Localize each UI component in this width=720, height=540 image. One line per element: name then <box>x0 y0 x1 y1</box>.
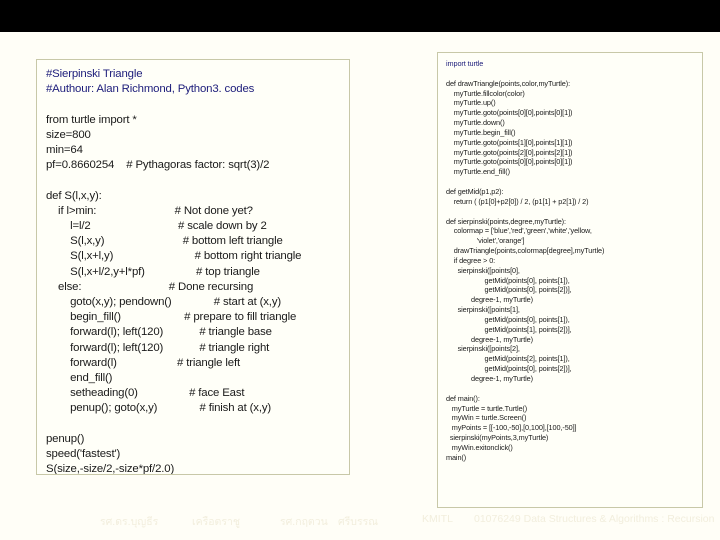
left-code-line: forward(l); left(120) # triangle right <box>46 341 270 354</box>
right-code-line <box>446 384 702 394</box>
right-code-line: myTurtle.goto(points[1][0],points[1][1]) <box>446 137 573 147</box>
right-code-line: colormap = ['blue','red','green','white'… <box>446 226 592 236</box>
right-code-line: def sierpinski(points,degree,myTurtle): <box>446 216 566 226</box>
left-code-line: begin_fill() # prepare to fill triangle <box>46 311 297 324</box>
left-code-line: forward(l); left(120) # triangle base <box>46 326 272 339</box>
footer-author-1: รศ.ดร.บุญธีร <box>100 516 159 528</box>
right-code-line: myWin.exitonclick() <box>446 442 513 452</box>
right-code-line: getMid(points[1], points[2])], <box>446 324 572 334</box>
right-code-line: def getMid(p1,p2): <box>446 186 504 196</box>
right-code-line: sierpinski([points[1], <box>446 305 520 315</box>
left-code-line: size=800 <box>46 128 91 141</box>
right-code-line: return ( (p1[0]+p2[0]) / 2, (p1[1] + p2[… <box>446 196 589 206</box>
footer-author-2: เครือตราชู <box>192 516 241 528</box>
right-code-line: getMid(points[0], points[2])], <box>446 285 572 295</box>
left-code-line: S(l,x,y) # bottom left triangle <box>46 235 283 248</box>
right-code-line: getMid(points[0], points[1]), <box>446 314 570 324</box>
right-code-line: myWin = turtle.Screen() <box>446 413 527 423</box>
footer-author-4: ศรีบรรณ <box>338 516 378 528</box>
right-code-line: getMid(points[0], points[1]), <box>446 275 570 285</box>
left-code-line <box>46 173 349 188</box>
slide-footer: รศ.ดร.บุญธีร เครือตราชู รศ.กฤตวน ศรีบรรณ… <box>0 513 720 533</box>
left-code-line: pf=0.8660254 # Pythagoras factor: sqrt(3… <box>46 159 270 172</box>
left-code-line: end_fill() <box>46 372 113 385</box>
right-code-line: myTurtle.goto(points[2][0],points[2][1]) <box>446 147 573 157</box>
right-code-line: myTurtle = turtle.Turtle() <box>446 403 528 413</box>
right-code-line <box>446 177 702 187</box>
footer-institution: KMITL <box>422 513 453 525</box>
left-code-line: penup(); goto(x,y) # finish at (x,y) <box>46 402 272 415</box>
right-code-line <box>446 69 702 79</box>
right-code-line: degree-1, myTurtle) <box>446 334 533 344</box>
top-black-bar <box>0 0 720 32</box>
right-code-line: def drawTriangle(points,color,myTurtle): <box>446 78 571 88</box>
right-code-line: myTurtle.goto(points[0][0],points[0][1]) <box>446 108 573 118</box>
left-code-line: from turtle import * <box>46 113 137 126</box>
right-code-line: getMid(points[2], points[1]), <box>446 354 570 364</box>
right-code-line: 'violet','orange'] <box>446 236 525 246</box>
right-code-line: myTurtle.up() <box>446 98 496 108</box>
right-code-line: myTurtle.begin_fill() <box>446 127 516 137</box>
right-code-line: myTurtle.goto(points[0][0],points[0][1]) <box>446 157 573 167</box>
left-code-line: l=l/2 # scale down by 2 <box>46 220 267 233</box>
left-code-line <box>46 97 349 112</box>
right-code-line: myTurtle.fillcolor(color) <box>446 88 525 98</box>
right-code-line: degree-1, myTurtle) <box>446 295 533 305</box>
left-code-line: if l>min: # Not done yet? <box>46 204 253 217</box>
left-code-line: else: # Done recursing <box>46 280 254 293</box>
left-code-line: S(l,x+l,y) # bottom right triangle <box>46 250 302 263</box>
left-code-line: #Authour: Alan Richmond, Python3. codes <box>46 83 255 96</box>
left-code-line: def S(l,x,y): <box>46 189 102 202</box>
right-code-line: sierpinski([points[0], <box>446 265 520 275</box>
left-code-line: S(l,x+l/2,y+l*pf) # top triangle <box>46 265 260 278</box>
right-code-line <box>446 207 702 217</box>
left-code-line: min=64 <box>46 144 83 157</box>
slide-canvas: #Sierpinski Triangle #Authour: Alan Richm… <box>0 0 720 540</box>
right-code-line: degree-1, myTurtle) <box>446 374 533 383</box>
right-code-line: def main(): <box>446 393 480 403</box>
right-code-line: drawTriangle(points,colormap[degree],myT… <box>446 246 605 256</box>
right-code-line: main() <box>446 452 467 462</box>
left-code-line <box>46 417 349 432</box>
left-code-line: goto(x,y); pendown() # start at (x,y) <box>46 296 282 309</box>
right-code-line: myTurtle.down() <box>446 118 505 128</box>
left-code-line: forward(l) # triangle left <box>46 356 240 369</box>
right-code-line: myTurtle.end_fill() <box>446 167 510 177</box>
right-code-line: sierpinski(myPoints,3,myTurtle) <box>446 433 549 443</box>
right-code-line: if degree > 0: <box>446 255 496 265</box>
left-code-line: penup() <box>46 432 85 445</box>
right-code-line: getMid(points[0], points[2])], <box>446 364 572 374</box>
left-code-line: #Sierpinski Triangle <box>46 68 143 80</box>
footer-course-title: 01076249 Data Structures & Algorithms : … <box>474 513 715 525</box>
footer-author-3: รศ.กฤตวน <box>280 516 328 528</box>
right-code-line: import turtle <box>446 59 484 68</box>
left-code-line: speed('fastest') <box>46 448 121 461</box>
right-code-panel: import turtle def drawTriangle(points,co… <box>437 52 703 508</box>
right-code-line: myPoints = [[-100,-50],[0,100],[100,-50]… <box>446 423 577 433</box>
left-code-line: S(size,-size/2,-size*pf/2.0) <box>46 463 175 475</box>
left-code-line: setheading(0) # face East <box>46 387 245 400</box>
right-code-line: sierpinski([points[2], <box>446 344 520 354</box>
left-code-panel: #Sierpinski Triangle #Authour: Alan Richm… <box>36 59 350 475</box>
